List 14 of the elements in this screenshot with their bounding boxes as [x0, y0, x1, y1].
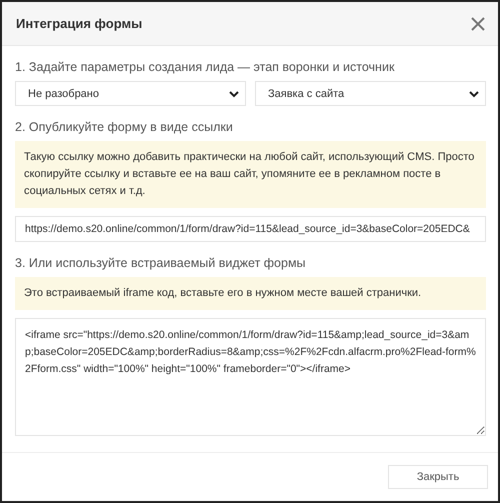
link-field[interactable]: https://demo.s20.online/common/1/form/draw?id=115&lead_source_id=3&baseColor=205EDC&: [15, 216, 486, 242]
chevron-down-icon: [469, 90, 479, 98]
section-heading: 3. Или используйте встраиваемый виджет формы: [15, 256, 307, 270]
info-note: Такую ссылку можно добавить практически на любой сайт, использующий CMS. Просто скопируйте ссылку и вставьте ее на ваш сайт, упомяните ее в рекламном посте в социальных сетях и т.д.: [15, 141, 486, 208]
dialog-title: Интеграция формы: [16, 16, 142, 31]
dropdown[interactable]: Не разобрано: [15, 81, 246, 106]
code-field[interactable]: <iframe src="https://demo.s20.online/common/1/form/draw?id=115&amp;lead_source_id=3&amp;baseColor=205EDC&amp;borderRadius=8&amp;css=%2F%2Fcdn.alfacrm.pro%2Flead-form%2Fform.css" width="100%" height="100%" frameborder="0"></iframe>: [15, 318, 486, 436]
chevron-down-icon: [229, 90, 239, 98]
dropdown[interactable]: Заявка с сайта: [255, 81, 486, 106]
info-note: Это встраиваемый iframe код, вставьте его в нужном месте вашей странички.: [15, 277, 486, 310]
close-icon[interactable]: [470, 16, 486, 32]
section-heading: 1. Задайте параметры создания лида — этап воронки и источник: [15, 60, 396, 74]
section-heading: 2. Опубликуйте форму в виде ссылки: [15, 120, 234, 134]
close-button[interactable]: Закрыть: [388, 465, 488, 489]
